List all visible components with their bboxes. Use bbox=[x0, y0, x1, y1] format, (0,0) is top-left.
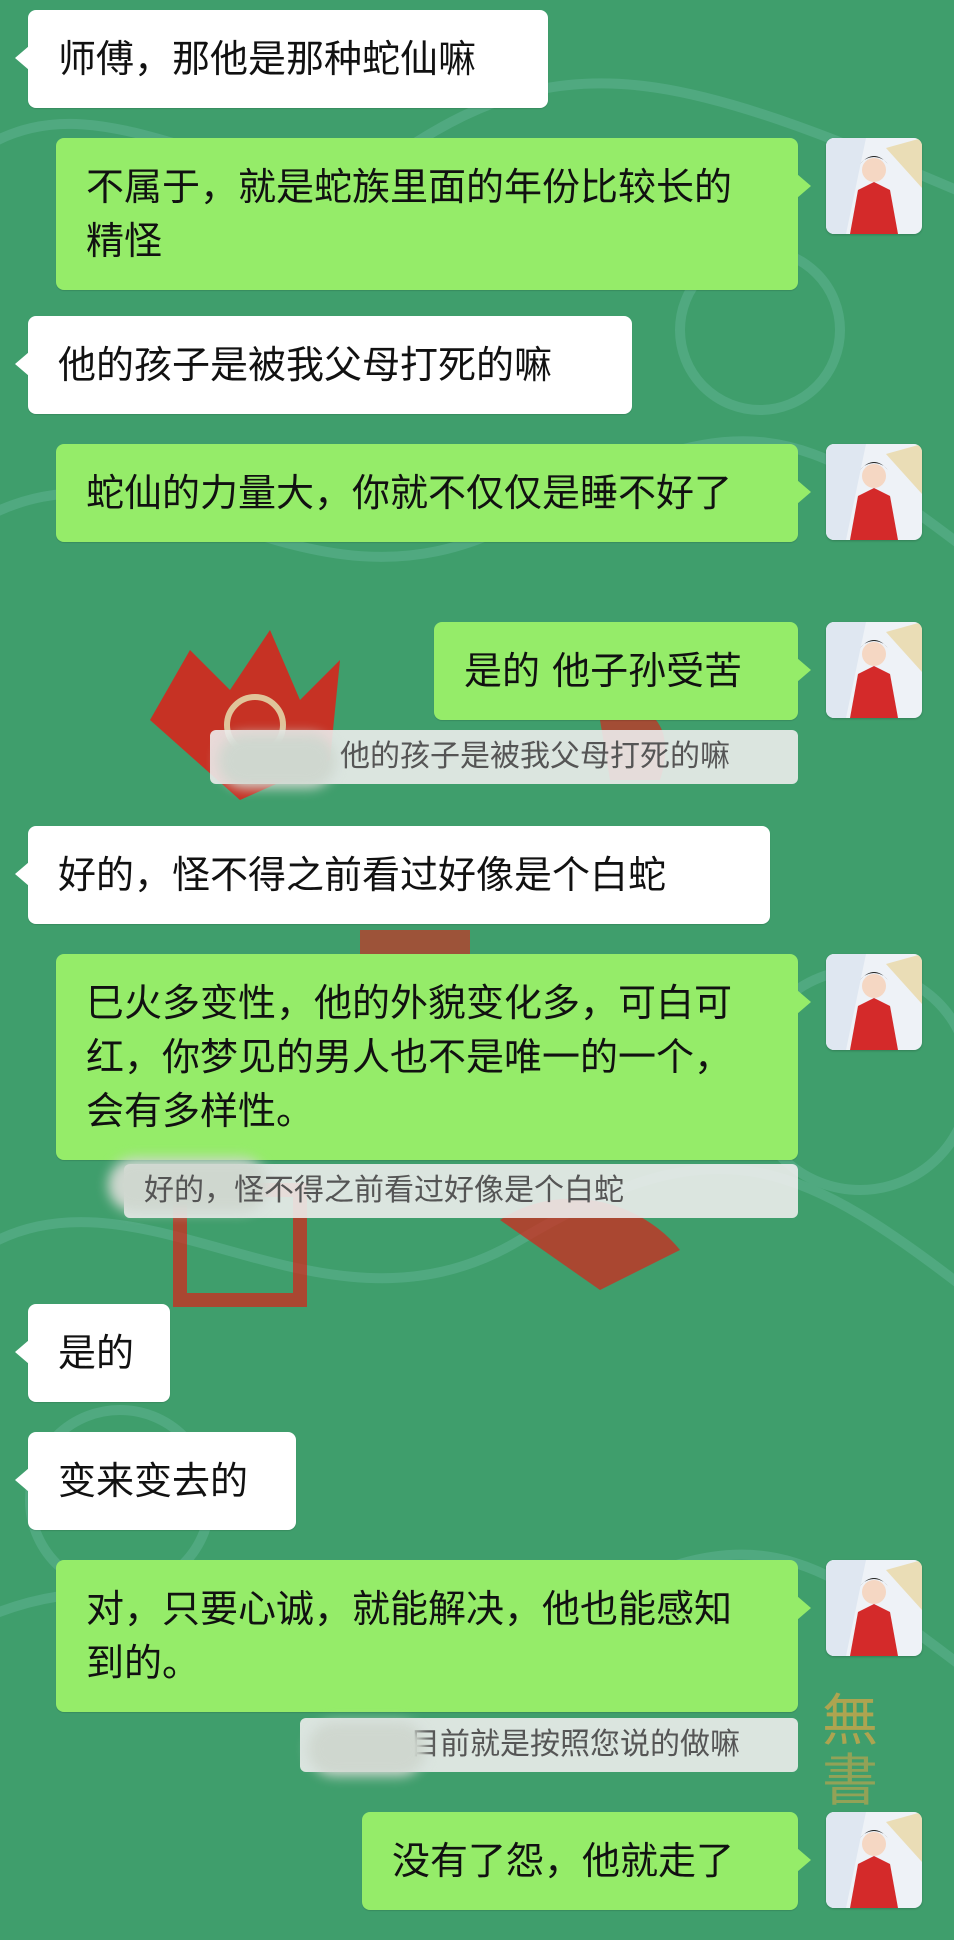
message-outgoing[interactable]: 是的 他子孙受苦 bbox=[434, 622, 811, 720]
red-robed-woman-avatar-icon bbox=[826, 1560, 922, 1656]
red-robed-woman-avatar-icon bbox=[826, 1812, 922, 1908]
message-incoming[interactable]: 变来变去的 bbox=[15, 1432, 296, 1530]
message-text: 对，只要心诚，就能解决，他也能感知到的。 bbox=[86, 1587, 733, 1685]
quoted-reply[interactable]: 目前就是按照您说的做嘛 bbox=[300, 1718, 798, 1776]
message-text: 没有了怨，他就走了 bbox=[392, 1839, 735, 1883]
red-robed-woman-avatar-icon bbox=[826, 444, 922, 540]
avatar[interactable] bbox=[826, 622, 922, 718]
message-text: 巳火多变性，他的外貌变化多，可白可红，你梦见的男人也不是唯一的一个，会有多样性。 bbox=[86, 981, 733, 1133]
message-text: 不属于，就是蛇族里面的年份比较长的精怪 bbox=[86, 165, 733, 263]
quoted-reply[interactable]: 好的，怪不得之前看过好像是个白蛇 bbox=[108, 1158, 798, 1218]
red-robed-woman-avatar-icon bbox=[826, 622, 922, 718]
message-incoming[interactable]: 师傅，那他是那种蛇仙嘛 bbox=[15, 10, 548, 108]
message-text: 师傅，那他是那种蛇仙嘛 bbox=[58, 37, 477, 81]
avatar[interactable] bbox=[826, 1812, 922, 1908]
message-outgoing[interactable]: 蛇仙的力量大，你就不仅仅是睡不好了 bbox=[56, 444, 811, 542]
avatar[interactable] bbox=[826, 138, 922, 234]
red-robed-woman-avatar-icon bbox=[826, 138, 922, 234]
message-outgoing[interactable]: 对，只要心诚，就能解决，他也能感知到的。 bbox=[56, 1560, 811, 1712]
message-text: 他的孩子是被我父母打死的嘛 bbox=[58, 343, 553, 387]
red-robed-woman-avatar-icon bbox=[826, 954, 922, 1050]
avatar[interactable] bbox=[826, 1560, 922, 1656]
message-text: 蛇仙的力量大，你就不仅仅是睡不好了 bbox=[86, 471, 733, 515]
message-outgoing[interactable]: 没有了怨，他就走了 bbox=[362, 1812, 811, 1910]
chat-thread: 师傅，那他是那种蛇仙嘛 不属于，就是蛇族里面的年份比较长的精怪 他的孩子是被我父… bbox=[0, 0, 954, 1940]
message-text: 是的 bbox=[58, 1331, 135, 1375]
message-incoming[interactable]: 他的孩子是被我父母打死的嘛 bbox=[15, 316, 632, 414]
message-incoming[interactable]: 是的 bbox=[15, 1304, 170, 1402]
message-outgoing[interactable]: 不属于，就是蛇族里面的年份比较长的精怪 bbox=[56, 138, 811, 290]
blurred-sender-name bbox=[308, 1722, 426, 1776]
quoted-text: 他的孩子是被我父母打死的嘛 bbox=[340, 739, 730, 774]
message-text: 变来变去的 bbox=[58, 1459, 249, 1503]
quoted-reply[interactable]: 他的孩子是被我父母打死的嘛 bbox=[210, 730, 798, 788]
quoted-text: 目前就是按照您说的做嘛 bbox=[410, 1727, 740, 1762]
quoted-text: 好的，怪不得之前看过好像是个白蛇 bbox=[144, 1173, 624, 1208]
message-incoming[interactable]: 好的，怪不得之前看过好像是个白蛇 bbox=[15, 826, 770, 924]
blurred-sender-name bbox=[218, 734, 336, 788]
message-text: 是的 他子孙受苦 bbox=[464, 649, 743, 693]
message-text: 好的，怪不得之前看过好像是个白蛇 bbox=[58, 853, 667, 897]
avatar[interactable] bbox=[826, 954, 922, 1050]
avatar[interactable] bbox=[826, 444, 922, 540]
message-outgoing[interactable]: 巳火多变性，他的外貌变化多，可白可红，你梦见的男人也不是唯一的一个，会有多样性。 bbox=[56, 954, 811, 1160]
